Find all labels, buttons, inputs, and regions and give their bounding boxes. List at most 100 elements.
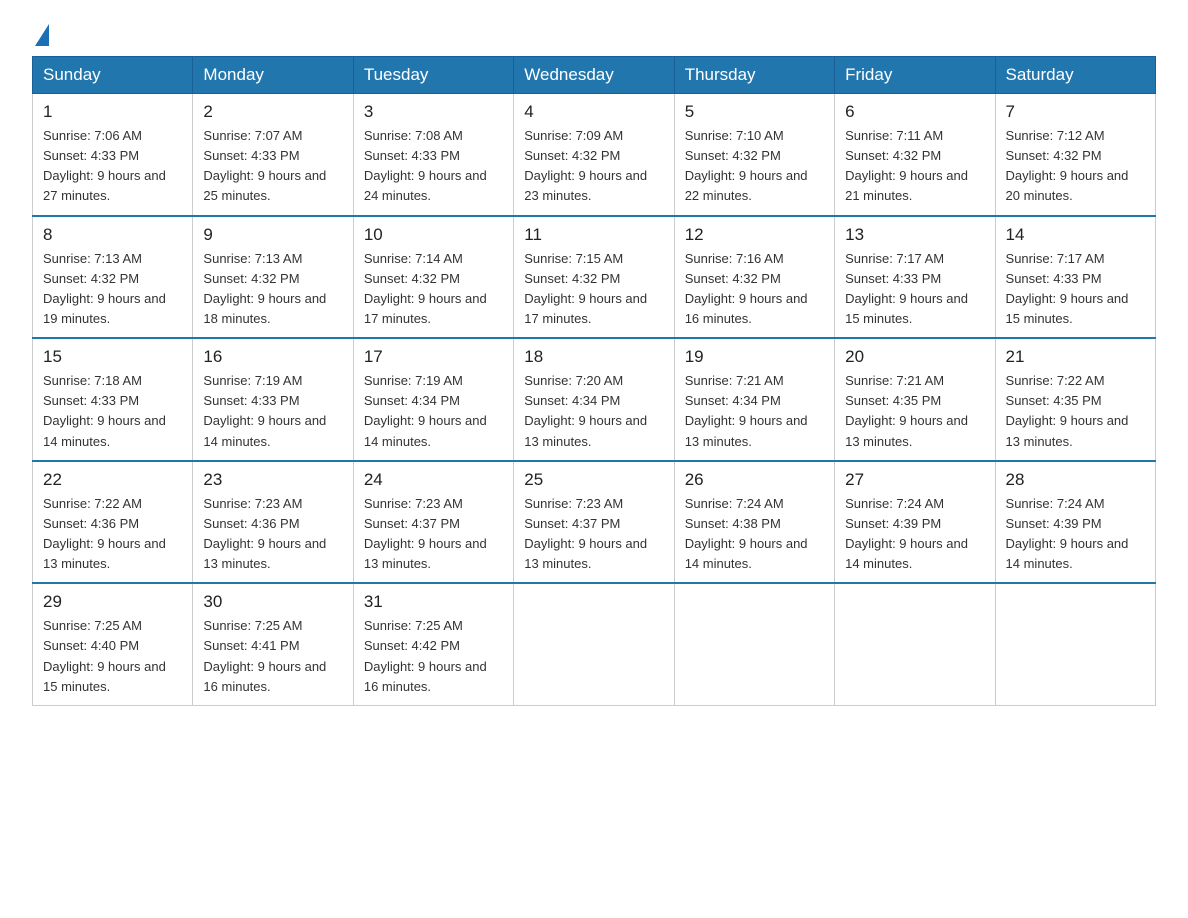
calendar-week-row: 1 Sunrise: 7:06 AM Sunset: 4:33 PM Dayli… — [33, 94, 1156, 216]
day-number: 31 — [364, 592, 503, 612]
day-number: 4 — [524, 102, 663, 122]
day-info: Sunrise: 7:18 AM Sunset: 4:33 PM Dayligh… — [43, 371, 182, 452]
calendar-day-cell: 6 Sunrise: 7:11 AM Sunset: 4:32 PM Dayli… — [835, 94, 995, 216]
calendar-day-cell: 27 Sunrise: 7:24 AM Sunset: 4:39 PM Dayl… — [835, 461, 995, 584]
day-number: 19 — [685, 347, 824, 367]
day-number: 6 — [845, 102, 984, 122]
weekday-header-monday: Monday — [193, 57, 353, 94]
calendar-day-cell: 15 Sunrise: 7:18 AM Sunset: 4:33 PM Dayl… — [33, 338, 193, 461]
day-number: 5 — [685, 102, 824, 122]
calendar-day-cell — [835, 583, 995, 705]
day-info: Sunrise: 7:23 AM Sunset: 4:37 PM Dayligh… — [524, 494, 663, 575]
calendar-week-row: 22 Sunrise: 7:22 AM Sunset: 4:36 PM Dayl… — [33, 461, 1156, 584]
calendar-day-cell: 9 Sunrise: 7:13 AM Sunset: 4:32 PM Dayli… — [193, 216, 353, 339]
calendar-day-cell: 3 Sunrise: 7:08 AM Sunset: 4:33 PM Dayli… — [353, 94, 513, 216]
day-number: 1 — [43, 102, 182, 122]
day-info: Sunrise: 7:21 AM Sunset: 4:34 PM Dayligh… — [685, 371, 824, 452]
day-info: Sunrise: 7:20 AM Sunset: 4:34 PM Dayligh… — [524, 371, 663, 452]
day-number: 10 — [364, 225, 503, 245]
day-info: Sunrise: 7:11 AM Sunset: 4:32 PM Dayligh… — [845, 126, 984, 207]
day-number: 7 — [1006, 102, 1145, 122]
calendar-day-cell: 2 Sunrise: 7:07 AM Sunset: 4:33 PM Dayli… — [193, 94, 353, 216]
calendar-week-row: 8 Sunrise: 7:13 AM Sunset: 4:32 PM Dayli… — [33, 216, 1156, 339]
weekday-header-row: SundayMondayTuesdayWednesdayThursdayFrid… — [33, 57, 1156, 94]
day-info: Sunrise: 7:25 AM Sunset: 4:42 PM Dayligh… — [364, 616, 503, 697]
calendar-day-cell: 22 Sunrise: 7:22 AM Sunset: 4:36 PM Dayl… — [33, 461, 193, 584]
logo — [32, 24, 49, 46]
calendar-day-cell — [674, 583, 834, 705]
calendar-day-cell: 1 Sunrise: 7:06 AM Sunset: 4:33 PM Dayli… — [33, 94, 193, 216]
day-number: 20 — [845, 347, 984, 367]
day-info: Sunrise: 7:16 AM Sunset: 4:32 PM Dayligh… — [685, 249, 824, 330]
day-number: 30 — [203, 592, 342, 612]
day-info: Sunrise: 7:10 AM Sunset: 4:32 PM Dayligh… — [685, 126, 824, 207]
calendar-day-cell: 31 Sunrise: 7:25 AM Sunset: 4:42 PM Dayl… — [353, 583, 513, 705]
day-number: 22 — [43, 470, 182, 490]
day-number: 9 — [203, 225, 342, 245]
day-number: 23 — [203, 470, 342, 490]
day-number: 16 — [203, 347, 342, 367]
weekday-header-saturday: Saturday — [995, 57, 1155, 94]
day-info: Sunrise: 7:06 AM Sunset: 4:33 PM Dayligh… — [43, 126, 182, 207]
calendar-day-cell: 18 Sunrise: 7:20 AM Sunset: 4:34 PM Dayl… — [514, 338, 674, 461]
day-number: 13 — [845, 225, 984, 245]
day-number: 28 — [1006, 470, 1145, 490]
calendar-day-cell: 8 Sunrise: 7:13 AM Sunset: 4:32 PM Dayli… — [33, 216, 193, 339]
day-info: Sunrise: 7:19 AM Sunset: 4:34 PM Dayligh… — [364, 371, 503, 452]
calendar-day-cell: 13 Sunrise: 7:17 AM Sunset: 4:33 PM Dayl… — [835, 216, 995, 339]
day-info: Sunrise: 7:13 AM Sunset: 4:32 PM Dayligh… — [203, 249, 342, 330]
day-info: Sunrise: 7:22 AM Sunset: 4:35 PM Dayligh… — [1006, 371, 1145, 452]
day-info: Sunrise: 7:19 AM Sunset: 4:33 PM Dayligh… — [203, 371, 342, 452]
weekday-header-friday: Friday — [835, 57, 995, 94]
calendar-day-cell — [514, 583, 674, 705]
weekday-header-sunday: Sunday — [33, 57, 193, 94]
day-number: 18 — [524, 347, 663, 367]
day-info: Sunrise: 7:17 AM Sunset: 4:33 PM Dayligh… — [845, 249, 984, 330]
day-info: Sunrise: 7:22 AM Sunset: 4:36 PM Dayligh… — [43, 494, 182, 575]
calendar-table: SundayMondayTuesdayWednesdayThursdayFrid… — [32, 56, 1156, 706]
day-number: 3 — [364, 102, 503, 122]
logo-triangle-icon — [35, 24, 49, 46]
calendar-day-cell: 16 Sunrise: 7:19 AM Sunset: 4:33 PM Dayl… — [193, 338, 353, 461]
calendar-day-cell: 24 Sunrise: 7:23 AM Sunset: 4:37 PM Dayl… — [353, 461, 513, 584]
day-info: Sunrise: 7:08 AM Sunset: 4:33 PM Dayligh… — [364, 126, 503, 207]
day-info: Sunrise: 7:07 AM Sunset: 4:33 PM Dayligh… — [203, 126, 342, 207]
day-info: Sunrise: 7:24 AM Sunset: 4:39 PM Dayligh… — [845, 494, 984, 575]
day-info: Sunrise: 7:13 AM Sunset: 4:32 PM Dayligh… — [43, 249, 182, 330]
day-number: 14 — [1006, 225, 1145, 245]
page-header — [32, 24, 1156, 46]
calendar-day-cell: 11 Sunrise: 7:15 AM Sunset: 4:32 PM Dayl… — [514, 216, 674, 339]
day-info: Sunrise: 7:24 AM Sunset: 4:39 PM Dayligh… — [1006, 494, 1145, 575]
day-info: Sunrise: 7:09 AM Sunset: 4:32 PM Dayligh… — [524, 126, 663, 207]
calendar-day-cell: 21 Sunrise: 7:22 AM Sunset: 4:35 PM Dayl… — [995, 338, 1155, 461]
calendar-day-cell: 29 Sunrise: 7:25 AM Sunset: 4:40 PM Dayl… — [33, 583, 193, 705]
calendar-day-cell: 10 Sunrise: 7:14 AM Sunset: 4:32 PM Dayl… — [353, 216, 513, 339]
calendar-week-row: 15 Sunrise: 7:18 AM Sunset: 4:33 PM Dayl… — [33, 338, 1156, 461]
day-number: 25 — [524, 470, 663, 490]
calendar-day-cell: 26 Sunrise: 7:24 AM Sunset: 4:38 PM Dayl… — [674, 461, 834, 584]
day-number: 29 — [43, 592, 182, 612]
day-number: 26 — [685, 470, 824, 490]
calendar-day-cell: 4 Sunrise: 7:09 AM Sunset: 4:32 PM Dayli… — [514, 94, 674, 216]
day-info: Sunrise: 7:25 AM Sunset: 4:41 PM Dayligh… — [203, 616, 342, 697]
day-number: 12 — [685, 225, 824, 245]
calendar-day-cell: 30 Sunrise: 7:25 AM Sunset: 4:41 PM Dayl… — [193, 583, 353, 705]
day-info: Sunrise: 7:24 AM Sunset: 4:38 PM Dayligh… — [685, 494, 824, 575]
calendar-day-cell: 23 Sunrise: 7:23 AM Sunset: 4:36 PM Dayl… — [193, 461, 353, 584]
day-info: Sunrise: 7:23 AM Sunset: 4:37 PM Dayligh… — [364, 494, 503, 575]
calendar-day-cell: 20 Sunrise: 7:21 AM Sunset: 4:35 PM Dayl… — [835, 338, 995, 461]
calendar-day-cell: 14 Sunrise: 7:17 AM Sunset: 4:33 PM Dayl… — [995, 216, 1155, 339]
day-number: 27 — [845, 470, 984, 490]
day-info: Sunrise: 7:23 AM Sunset: 4:36 PM Dayligh… — [203, 494, 342, 575]
day-info: Sunrise: 7:25 AM Sunset: 4:40 PM Dayligh… — [43, 616, 182, 697]
day-info: Sunrise: 7:21 AM Sunset: 4:35 PM Dayligh… — [845, 371, 984, 452]
calendar-day-cell: 19 Sunrise: 7:21 AM Sunset: 4:34 PM Dayl… — [674, 338, 834, 461]
day-number: 17 — [364, 347, 503, 367]
day-number: 8 — [43, 225, 182, 245]
calendar-week-row: 29 Sunrise: 7:25 AM Sunset: 4:40 PM Dayl… — [33, 583, 1156, 705]
weekday-header-thursday: Thursday — [674, 57, 834, 94]
day-number: 2 — [203, 102, 342, 122]
calendar-day-cell: 5 Sunrise: 7:10 AM Sunset: 4:32 PM Dayli… — [674, 94, 834, 216]
day-info: Sunrise: 7:15 AM Sunset: 4:32 PM Dayligh… — [524, 249, 663, 330]
day-number: 21 — [1006, 347, 1145, 367]
